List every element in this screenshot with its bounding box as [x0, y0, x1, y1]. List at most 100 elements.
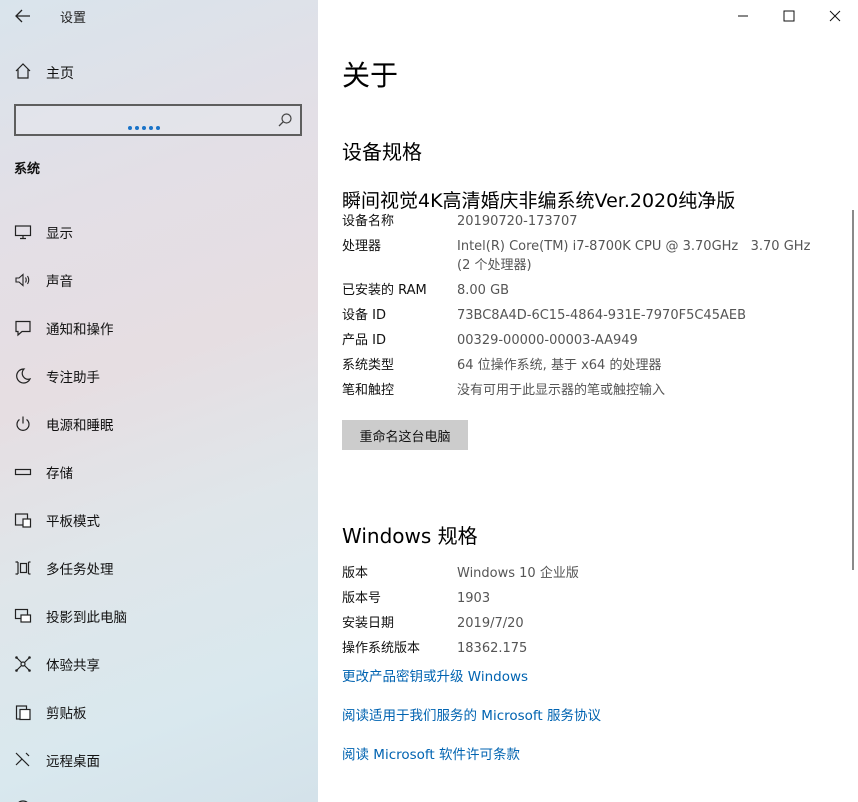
sidebar-item-about[interactable]: 关于 — [0, 784, 318, 802]
spec-value: 20190720-173707 — [457, 214, 578, 229]
sidebar-item-sound[interactable]: 声音 — [0, 256, 318, 304]
sidebar-item-label: 声音 — [46, 274, 73, 290]
spec-value: 00329-00000-00003-AA949 — [457, 333, 638, 348]
nav-list: 显示 声音 通知和操作 专注助手 电源和睡眠 存储 平板模式 多任务处理 投影到… — [0, 208, 318, 802]
spec-row-install-date: 安装日期 2019/7/20 — [342, 614, 822, 633]
sidebar-item-notifications[interactable]: 通知和操作 — [0, 304, 318, 352]
windows-specs-heading: Windows 规格 — [342, 524, 478, 548]
rename-pc-button[interactable]: 重命名这台电脑 — [342, 420, 468, 450]
remote-icon — [0, 751, 46, 769]
spec-key: 安装日期 — [342, 616, 395, 631]
spec-row-ram: 已安装的 RAM 8.00 GB — [342, 281, 822, 300]
spec-row-device-name: 设备名称 20190720-173707 — [342, 212, 822, 231]
spec-row-device-id: 设备 ID 73BC8A4D-6C15-4864-931E-7970F5C45A… — [342, 306, 822, 325]
sidebar-item-label: 关于 — [46, 798, 73, 802]
sidebar-item-remote-desktop[interactable]: 远程桌面 — [0, 736, 318, 784]
spec-row-product-id: 产品 ID 00329-00000-00003-AA949 — [342, 331, 822, 350]
tablet-icon — [0, 511, 46, 529]
maximize-button[interactable] — [766, 0, 812, 32]
license-terms-link[interactable]: 阅读 Microsoft 软件许可条款 — [342, 743, 520, 763]
spec-row-pen-touch: 笔和触控 没有可用于此显示器的笔或触控输入 — [342, 381, 822, 400]
spec-key: 处理器 — [342, 239, 382, 254]
sidebar-item-label: 剪贴板 — [46, 706, 87, 722]
windows-specs-table: 版本 Windows 10 企业版 版本号 1903 安装日期 2019/7/2… — [342, 564, 822, 664]
spec-key: 系统类型 — [342, 358, 395, 373]
spec-value: 1903 — [457, 591, 491, 606]
spec-key: 设备 ID — [342, 308, 386, 323]
back-arrow-icon — [15, 9, 30, 23]
back-button[interactable] — [10, 4, 36, 28]
services-agreement-link[interactable]: 阅读适用于我们服务的 Microsoft 服务协议 — [342, 704, 601, 724]
sidebar-item-home[interactable]: 主页 — [0, 58, 318, 88]
sidebar-item-label: 专注助手 — [46, 370, 100, 386]
spec-row-edition: 版本 Windows 10 企业版 — [342, 564, 822, 583]
section-heading: 系统 — [14, 162, 41, 177]
notification-icon — [0, 319, 46, 337]
power-icon — [0, 415, 46, 433]
sidebar-item-shared-experiences[interactable]: 体验共享 — [0, 640, 318, 688]
window-controls — [720, 0, 858, 32]
app-title: 设置 — [60, 11, 87, 26]
sidebar-item-label: 远程桌面 — [46, 754, 100, 770]
sidebar-item-tablet-mode[interactable]: 平板模式 — [0, 496, 318, 544]
spec-value: 73BC8A4D-6C15-4864-931E-7970F5C45AEB — [457, 308, 746, 323]
sidebar-item-storage[interactable]: 存储 — [0, 448, 318, 496]
spec-key: 操作系统版本 — [342, 641, 421, 656]
sidebar-item-label: 通知和操作 — [46, 322, 114, 338]
speaker-icon — [0, 271, 46, 289]
clipboard-icon — [0, 703, 46, 721]
change-product-key-link[interactable]: 更改产品密钥或升级 Windows — [342, 665, 528, 685]
close-icon — [829, 10, 841, 22]
loading-indicator — [128, 126, 160, 132]
main-content: 关于 设备规格 瞬间视觉4K高清婚庆非编系统Ver.2020纯净版 设备名称 2… — [318, 0, 858, 802]
moon-icon — [0, 367, 46, 385]
spec-key: 笔和触控 — [342, 383, 395, 398]
sidebar-item-focus-assist[interactable]: 专注助手 — [0, 352, 318, 400]
projection-icon — [0, 607, 46, 625]
spec-key: 版本 — [342, 566, 369, 581]
minimize-icon — [738, 15, 748, 17]
sidebar-item-label: 多任务处理 — [46, 562, 114, 578]
spec-value-secondary: (2 个处理器) — [457, 258, 532, 273]
page-title: 关于 — [342, 59, 399, 92]
sidebar-item-label: 电源和睡眠 — [46, 418, 114, 434]
monitor-icon — [0, 223, 46, 241]
sidebar-item-label: 体验共享 — [46, 658, 100, 674]
spec-value: 64 位操作系统, 基于 x64 的处理器 — [457, 358, 662, 373]
scrollbar[interactable] — [852, 210, 854, 570]
spec-key: 设备名称 — [342, 214, 395, 229]
device-specs-heading: 设备规格 — [342, 140, 422, 164]
spec-value: 8.00 GB — [457, 283, 510, 298]
spec-key: 版本号 — [342, 591, 382, 606]
spec-value: 没有可用于此显示器的笔或触控输入 — [457, 383, 666, 398]
sidebar-item-multitasking[interactable]: 多任务处理 — [0, 544, 318, 592]
home-icon — [0, 62, 46, 85]
device-specs-table: 设备名称 20190720-173707 处理器 Intel(R) Core(T… — [342, 212, 822, 406]
sidebar-item-label: 主页 — [46, 66, 74, 82]
spec-value: Windows 10 企业版 — [457, 566, 579, 581]
multitask-icon — [0, 559, 46, 577]
minimize-button[interactable] — [720, 0, 766, 32]
spec-row-processor: 处理器 Intel(R) Core(TM) i7-8700K CPU @ 3.7… — [342, 237, 822, 275]
spec-row-os-build: 操作系统版本 18362.175 — [342, 639, 822, 658]
share-icon — [0, 655, 46, 673]
sidebar-item-display[interactable]: 显示 — [0, 208, 318, 256]
spec-row-system-type: 系统类型 64 位操作系统, 基于 x64 的处理器 — [342, 356, 822, 375]
sidebar-item-power[interactable]: 电源和睡眠 — [0, 400, 318, 448]
storage-icon — [0, 463, 46, 481]
spec-value: Intel(R) Core(TM) i7-8700K CPU @ 3.70GHz… — [457, 239, 811, 254]
sidebar-item-label: 存储 — [46, 466, 73, 482]
close-button[interactable] — [812, 0, 858, 32]
spec-value: 18362.175 — [457, 641, 528, 656]
sidebar-item-clipboard[interactable]: 剪贴板 — [0, 688, 318, 736]
spec-row-version: 版本号 1903 — [342, 589, 822, 608]
maximize-icon — [783, 10, 795, 22]
spec-key: 已安装的 RAM — [342, 283, 427, 298]
sidebar-item-projection[interactable]: 投影到此电脑 — [0, 592, 318, 640]
spec-key: 产品 ID — [342, 333, 386, 348]
sidebar-item-label: 显示 — [46, 226, 73, 242]
sidebar-item-label: 平板模式 — [46, 514, 100, 530]
search-icon[interactable] — [277, 112, 293, 128]
spec-value: 2019/7/20 — [457, 616, 524, 631]
device-name-title: 瞬间视觉4K高清婚庆非编系统Ver.2020纯净版 — [342, 190, 736, 212]
